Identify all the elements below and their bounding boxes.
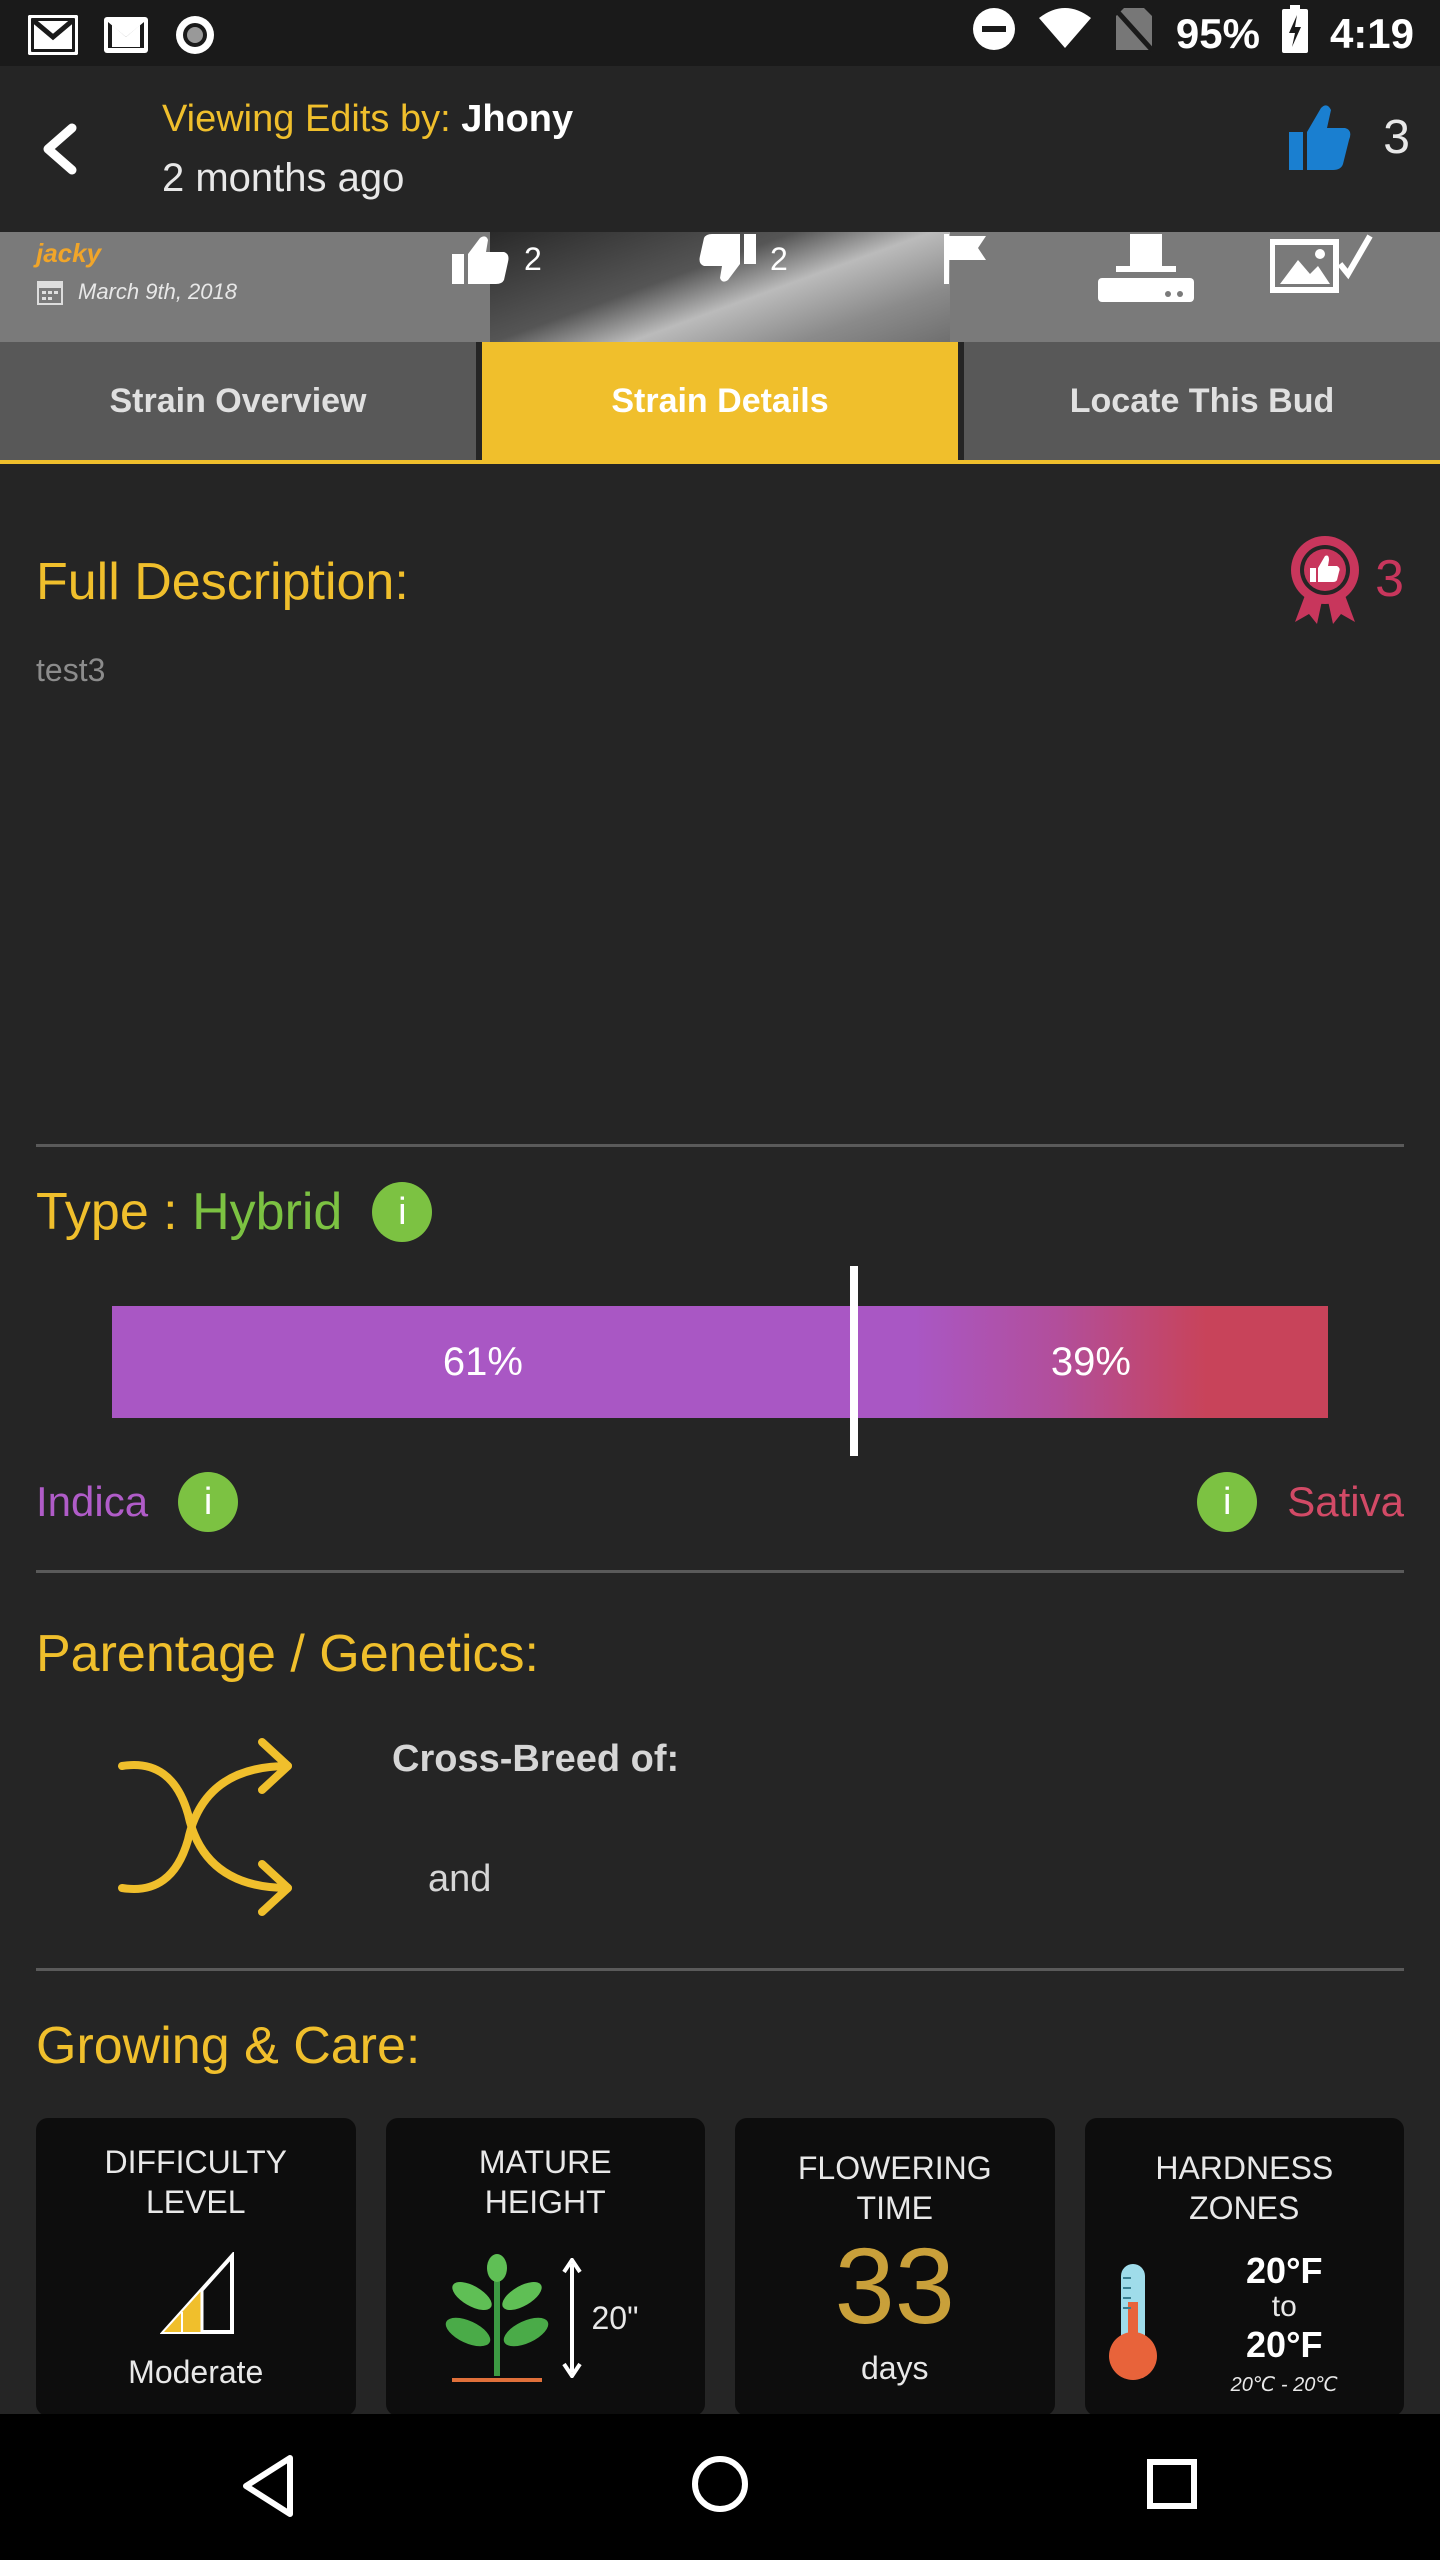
indica-legend: Indica i xyxy=(36,1472,239,1532)
section-divider xyxy=(36,1570,1404,1573)
hardness-zones-title: HARDNESS ZONES xyxy=(1155,2150,1334,2226)
flag-icon xyxy=(944,234,986,284)
type-info-icon[interactable]: i xyxy=(372,1182,433,1242)
ratio-marker xyxy=(850,1266,858,1456)
hardness-to: to xyxy=(1271,2290,1297,2323)
no-sim-icon xyxy=(1114,6,1154,62)
tab-strain-details[interactable]: Strain Details xyxy=(482,342,958,460)
thumbs-up-icon xyxy=(1289,105,1351,170)
strain-type-row: Type : Hybrid i xyxy=(36,1182,433,1242)
award-badge[interactable]: 3 xyxy=(1285,534,1404,624)
gallery-button[interactable] xyxy=(1270,234,1374,294)
indica-info-icon[interactable]: i xyxy=(178,1472,239,1532)
flowering-time-card[interactable]: FLOWERING TIME 33 days xyxy=(735,2118,1055,2416)
like-count: 3 xyxy=(1383,110,1410,164)
photo-like-count: 2 xyxy=(524,240,542,277)
clock: 4:19 xyxy=(1329,10,1414,57)
strain-tabs: Strain Overview Strain Details Locate Th… xyxy=(0,342,1440,464)
cross-breed-and: and xyxy=(428,1858,492,1900)
growing-cards: DIFFICULTY LEVEL Moderate MATURE HEIGHT xyxy=(36,2118,1404,2416)
indica-sativa-ratio-bar: 61% 39% xyxy=(112,1306,1328,1418)
section-divider xyxy=(36,1968,1404,1971)
do-not-disturb-icon xyxy=(972,7,1016,61)
wifi-icon xyxy=(1038,8,1092,60)
photo-dislike-count: 2 xyxy=(770,240,788,277)
mature-height-value: 20" xyxy=(591,2300,639,2336)
gmail-icon xyxy=(27,14,79,60)
section-divider xyxy=(36,1144,1404,1147)
system-navigation-bar xyxy=(0,2414,1440,2560)
nav-back-button[interactable] xyxy=(240,2454,296,2523)
back-arrow-icon xyxy=(43,123,77,175)
strain-type-label: Type : xyxy=(36,1183,178,1241)
back-button[interactable] xyxy=(32,114,92,184)
mail-icon xyxy=(104,17,148,58)
image-check-icon xyxy=(1270,234,1373,293)
sativa-percent: 39% xyxy=(1050,1339,1131,1384)
hardness-high: 20°F xyxy=(1246,2250,1323,2291)
battery-charging-icon xyxy=(1281,5,1308,63)
mature-height-title: MATURE HEIGHT xyxy=(478,2144,612,2220)
like-button[interactable]: 3 xyxy=(1287,102,1410,172)
cross-breed-label: Cross-Breed of: xyxy=(392,1738,680,1780)
thumbs-down-icon xyxy=(699,234,756,282)
photo-dislike-button[interactable]: 2 xyxy=(696,234,788,284)
sativa-legend: i Sativa xyxy=(1197,1472,1404,1532)
photo-author[interactable]: jacky xyxy=(36,238,101,269)
strain-type-value: Hybrid xyxy=(192,1183,343,1241)
photo-date: March 9th, 2018 xyxy=(36,278,237,306)
status-bar: 95% 4:19 xyxy=(0,0,1440,66)
indica-label: Indica xyxy=(36,1478,149,1525)
difficulty-icon xyxy=(160,2252,234,2334)
thumbs-up-icon xyxy=(452,236,509,284)
nav-home-icon xyxy=(692,2456,748,2512)
difficulty-title: DIFFICULTY LEVEL xyxy=(104,2144,287,2220)
editor-name: Jhony xyxy=(461,98,574,140)
sativa-info-icon[interactable]: i xyxy=(1197,1472,1258,1532)
thermometer-icon xyxy=(1108,2264,1157,2380)
calendar-icon xyxy=(37,281,63,305)
strain-photo-strip: jacky March 9th, 2018 2 2 xyxy=(0,232,1440,342)
hardness-low: 20°F xyxy=(1246,2324,1323,2365)
full-description-title: Full Description: xyxy=(36,553,409,611)
indica-percent: 61% xyxy=(442,1339,523,1384)
nav-recents-button[interactable] xyxy=(1146,2458,1198,2515)
full-description-text: test3 xyxy=(36,652,106,688)
sativa-label: Sativa xyxy=(1287,1478,1404,1525)
viewing-edits-title: Viewing Edits by: Jhony xyxy=(162,98,573,141)
flowering-time-title: FLOWERING TIME xyxy=(797,2150,992,2226)
photo-date-text: March 9th, 2018 xyxy=(78,279,237,304)
upload-button[interactable] xyxy=(1096,234,1196,304)
award-ribbon-icon xyxy=(1291,536,1360,624)
difficulty-card[interactable]: DIFFICULTY LEVEL Moderate xyxy=(36,2118,356,2416)
mature-height-card[interactable]: MATURE HEIGHT 20" xyxy=(385,2118,705,2416)
nav-back-icon xyxy=(243,2455,293,2517)
battery-percent: 95% xyxy=(1175,10,1260,57)
parentage-title: Parentage / Genetics: xyxy=(36,1625,539,1683)
nav-home-button[interactable] xyxy=(690,2454,750,2519)
flowering-time-unit: days xyxy=(860,2350,929,2386)
plant-icon xyxy=(445,2254,548,2382)
tab-strain-overview[interactable]: Strain Overview xyxy=(0,342,476,460)
app-header: Viewing Edits by: Jhony 2 months ago 3 xyxy=(0,66,1440,232)
hardness-zones-card[interactable]: HARDNESS ZONES 20°F to 20°F 20℃ - 20℃ xyxy=(1084,2118,1404,2416)
award-count: 3 xyxy=(1375,550,1404,608)
viewing-edits-label: Viewing Edits by: xyxy=(162,98,451,140)
difficulty-value: Moderate xyxy=(128,2354,264,2390)
upload-icon xyxy=(1098,234,1194,302)
nav-recents-icon xyxy=(1147,2459,1197,2509)
record-icon xyxy=(174,14,216,61)
flag-button[interactable] xyxy=(940,234,990,284)
growing-care-title: Growing & Care: xyxy=(36,2017,421,2075)
shuffle-icon xyxy=(112,1738,298,1929)
flowering-time-value: 33 xyxy=(834,2225,955,2346)
height-arrow-icon xyxy=(561,2258,582,2378)
edit-time-ago: 2 months ago xyxy=(162,156,405,200)
hardness-celsius: 20℃ - 20℃ xyxy=(1230,2374,1338,2396)
tab-locate-this-bud[interactable]: Locate This Bud xyxy=(964,342,1440,460)
photo-like-button[interactable]: 2 xyxy=(450,234,542,284)
